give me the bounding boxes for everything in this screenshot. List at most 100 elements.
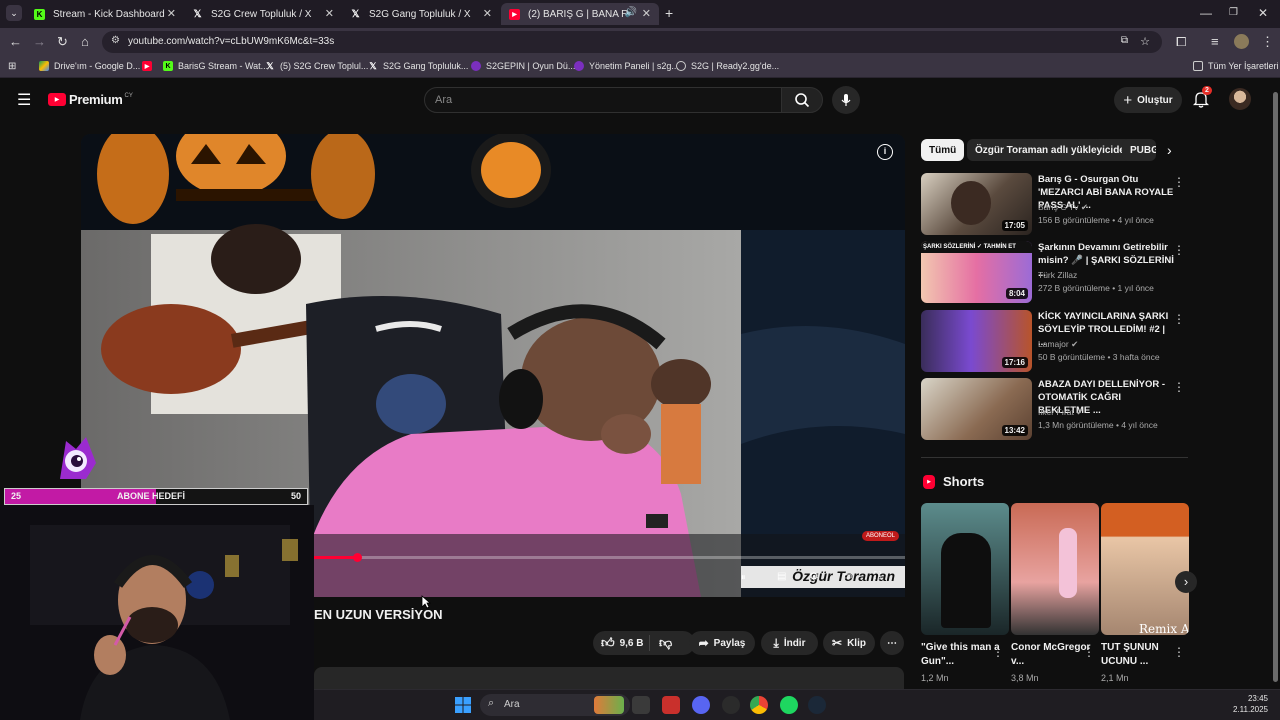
more-options-icon[interactable]: ⋮	[1083, 645, 1095, 659]
more-options-icon[interactable]: ⋮	[992, 645, 1004, 659]
steam-icon[interactable]	[808, 696, 826, 714]
tab-groups-icon[interactable]: ≡	[1211, 34, 1219, 49]
reload-icon[interactable]: ↻	[57, 34, 68, 50]
recommendation-item[interactable]: 17:05 Barış G - Osurgan Otu 'MEZARCI ABİ…	[921, 173, 1191, 237]
bookmark-s2g-crew[interactable]: 𝕏 (5) S2G Crew Toplul...	[265, 61, 368, 72]
close-tab-icon[interactable]: ✕	[483, 7, 492, 20]
video-thumbnail[interactable]: 17:16	[921, 310, 1032, 372]
back-icon[interactable]: ←	[9, 34, 22, 49]
subtitles-icon[interactable]: ▤	[777, 571, 786, 582]
more-options-icon[interactable]: ⋮	[1173, 175, 1185, 189]
download-button[interactable]: ⤓ İndir	[761, 631, 818, 655]
taskbar-search[interactable]: ⌕ Ara	[480, 694, 630, 716]
progress-track[interactable]	[314, 556, 905, 559]
dislike-icon[interactable]: 👎︎	[659, 635, 672, 651]
autoplay-toggle-icon[interactable]: ⏸	[741, 572, 746, 583]
progress-scrubber[interactable]	[353, 553, 362, 562]
home-icon[interactable]: ⌂	[81, 34, 89, 49]
user-avatar[interactable]	[1229, 88, 1251, 110]
short-title[interactable]: TUT ŞUNUN UCUNU ...	[1101, 641, 1181, 669]
create-button[interactable]: + Oluştur	[1114, 87, 1182, 113]
close-tab-icon[interactable]: ✕	[642, 7, 651, 20]
channel-name[interactable]: İlker Fırat ✔	[1038, 407, 1083, 418]
chip-pubg[interactable]: PUBG	[1122, 139, 1156, 161]
chrome-icon[interactable]	[750, 696, 768, 714]
more-options-icon[interactable]: ⋮	[1173, 380, 1185, 394]
short-title[interactable]: "Give this man a Gun"...	[921, 641, 1001, 669]
bookmark-youtube[interactable]: ▶	[142, 61, 157, 71]
site-info-icon[interactable]: ⚙	[111, 35, 120, 46]
bookmark-star-icon[interactable]: ☆	[1140, 35, 1150, 48]
profile-avatar-icon[interactable]	[1234, 34, 1249, 49]
bookmark-yonetim[interactable]: Yönetim Paneli | s2g...	[574, 61, 679, 71]
chip-all[interactable]: Tümü	[921, 139, 965, 161]
close-tab-icon[interactable]: ✕	[167, 7, 176, 20]
tab-s2g-crew[interactable]: 𝕏 S2G Crew Topluluk / X ✕	[184, 3, 342, 25]
recommendation-item[interactable]: ŞARKI SÖZLERİNİ ✓ TAHMİN ET 8:04 Şarkını…	[921, 241, 1191, 305]
chevron-right-icon[interactable]: ›	[1167, 142, 1172, 158]
close-tab-icon[interactable]: ✕	[325, 7, 334, 20]
menu-icon[interactable]: ⋮	[1261, 34, 1274, 50]
clock[interactable]: 23:45 2.11.2025	[1233, 693, 1268, 715]
extensions-icon[interactable]: ⧠	[1176, 34, 1186, 50]
scrollbar-thumb[interactable]	[1273, 92, 1278, 682]
description-box[interactable]	[314, 667, 904, 689]
fullscreen-icon[interactable]: ⛶	[874, 571, 881, 582]
short-thumbnail[interactable]	[1011, 503, 1099, 635]
settings-gear-icon[interactable]: ⚙	[809, 570, 819, 583]
shorts-next-button[interactable]: ›	[1175, 571, 1197, 593]
audio-playing-icon[interactable]: 🔊	[625, 7, 637, 18]
more-actions-button[interactable]: ⋯	[880, 631, 904, 655]
video-thumbnail[interactable]: 17:05	[921, 173, 1032, 235]
notifications-button[interactable]: 2	[1192, 86, 1213, 110]
bookmark-ready2gg[interactable]: S2G | Ready2.gg'de...	[676, 61, 779, 71]
spotify-icon[interactable]	[780, 696, 798, 714]
tab-s2g-gang[interactable]: 𝕏 S2G Gang Topluluk / X ✕	[342, 3, 500, 25]
minimize-icon[interactable]: —	[1200, 6, 1212, 20]
app-icon[interactable]	[662, 696, 680, 714]
restore-icon[interactable]: ❐	[1229, 7, 1238, 18]
discord-icon[interactable]	[692, 696, 710, 714]
like-icon[interactable]: 👍︎	[601, 635, 615, 651]
install-app-icon[interactable]: ⧉	[1121, 35, 1128, 46]
youtube-logo[interactable]: ▶ Premium CY	[48, 92, 133, 107]
tab-youtube-video[interactable]: ▶ (2) BARIŞ G | BANA ROYALE 🔊 ✕	[501, 3, 659, 25]
bookmark-drive[interactable]: Drive'ım - Google D...	[39, 61, 140, 71]
clip-button[interactable]: ✂ Klip	[823, 631, 875, 655]
voice-search-button[interactable]	[832, 86, 860, 114]
video-thumbnail[interactable]: ŞARKI SÖZLERİNİ ✓ TAHMİN ET 8:04	[921, 241, 1032, 303]
address-bar[interactable]: ⚙ youtube.com/watch?v=cLbUW9mK6Mc&t=33s …	[102, 31, 1162, 53]
recommendation-item[interactable]: 17:16 KİCK YAYINCILARINA ŞARKI SÖYLEYİP …	[921, 310, 1191, 374]
like-count[interactable]: 9,6 B	[620, 638, 644, 649]
apps-icon[interactable]: ⊞	[8, 61, 16, 72]
channel-name[interactable]: Lamajor ✔	[1038, 339, 1078, 350]
info-icon[interactable]: i	[877, 144, 893, 160]
search-input[interactable]: Ara	[424, 87, 782, 113]
search-button[interactable]	[781, 87, 823, 113]
new-tab-icon[interactable]: +	[665, 5, 673, 21]
channel-name[interactable]: Barış G Tv ✔	[1038, 202, 1088, 213]
all-bookmarks[interactable]: Tüm Yer İşaretleri	[1193, 61, 1279, 71]
video-thumbnail[interactable]: 13:42	[921, 378, 1032, 440]
chip-from-uploader[interactable]: Özgür Toraman adlı yükleyiciden	[967, 139, 1139, 161]
more-options-icon[interactable]: ⋮	[1173, 645, 1185, 659]
forward-icon[interactable]: →	[33, 34, 46, 49]
bookmark-s2g-gang[interactable]: 𝕏 S2G Gang Topluluk...	[368, 61, 468, 72]
tab-kick-dashboard[interactable]: K Stream - Kick Dashboard ✕	[26, 3, 184, 25]
theater-mode-icon[interactable]: ▭	[843, 571, 852, 582]
app-icon[interactable]	[722, 696, 740, 714]
short-thumbnail[interactable]	[921, 503, 1009, 635]
more-options-icon[interactable]: ⋮	[1173, 312, 1185, 326]
task-view-icon[interactable]	[632, 696, 650, 714]
windows-start-icon[interactable]	[455, 697, 471, 713]
recommendation-item[interactable]: 13:42 ABAZA DAYI DELLENİYOR - OTOMATİK C…	[921, 378, 1191, 442]
short-thumbnail[interactable]: Remix Ac	[1101, 503, 1189, 635]
window-close-icon[interactable]: ✕	[1258, 6, 1268, 20]
bookmark-barisg-stream[interactable]: K BarisG Stream - Wat...	[163, 61, 268, 71]
more-options-icon[interactable]: ⋮	[1173, 243, 1185, 257]
bookmark-s2gepin[interactable]: S2GEPIN | Oyun Dü...	[471, 61, 575, 71]
channel-name[interactable]: Türk Zillaz	[1038, 270, 1077, 280]
hamburger-menu-icon[interactable]: ☰	[17, 90, 31, 110]
share-button[interactable]: ➦ Paylaş	[689, 631, 755, 655]
tab-search-icon[interactable]: ⌄	[6, 5, 22, 21]
